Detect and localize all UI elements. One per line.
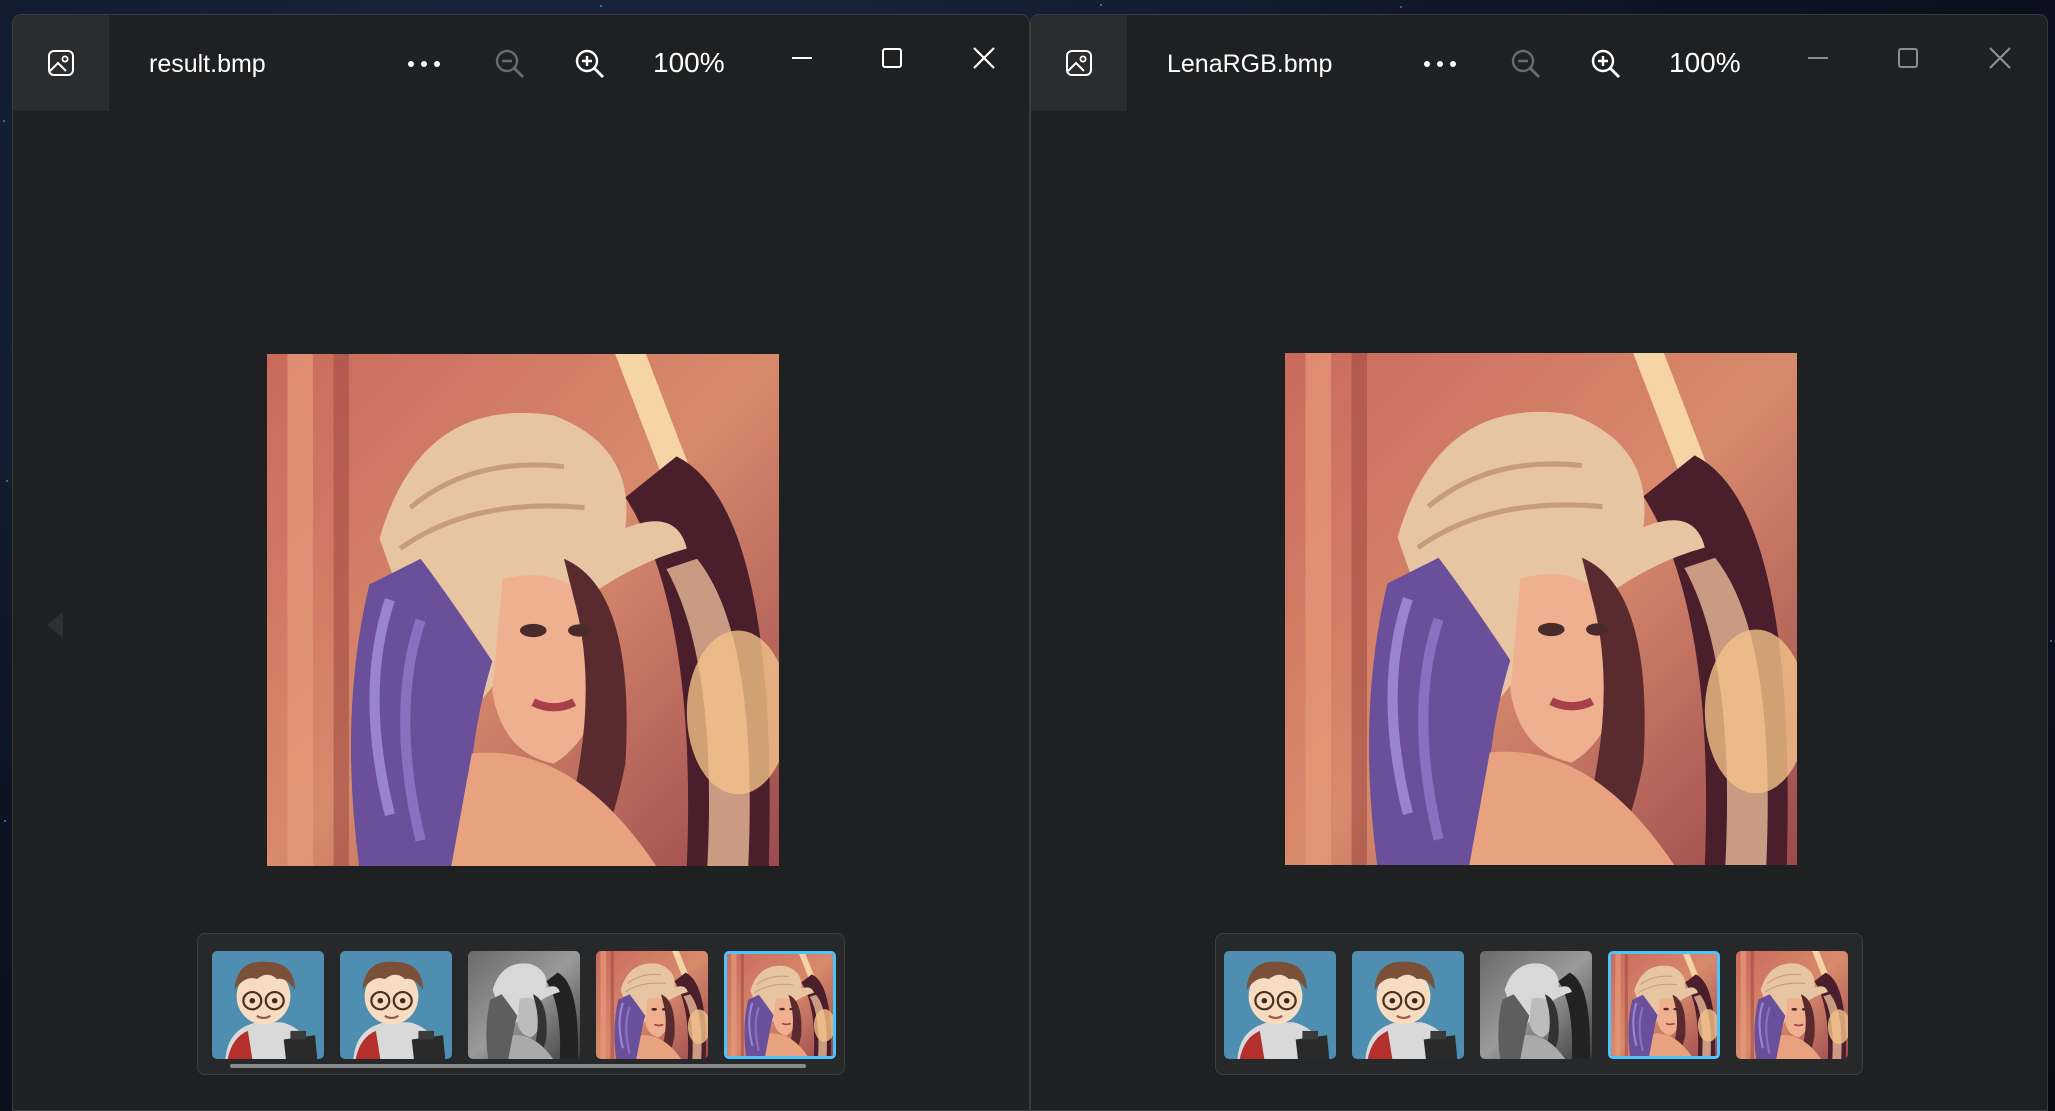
thumbnail[interactable] <box>1352 951 1464 1059</box>
previous-image-arrow-icon[interactable] <box>35 595 75 655</box>
thumbnail[interactable] <box>1736 951 1848 1059</box>
photos-app-icon[interactable] <box>1031 15 1127 111</box>
more-options-icon[interactable] <box>401 41 447 87</box>
thumbnail[interactable] <box>340 951 452 1059</box>
filmstrip <box>1215 933 1863 1075</box>
main-image-display <box>1285 353 1797 865</box>
zoom-out-icon[interactable] <box>487 41 533 87</box>
window-title: result.bmp <box>149 50 266 78</box>
close-icon[interactable] <box>961 35 1007 81</box>
minimize-icon[interactable] <box>779 35 825 81</box>
thumbnail-selected[interactable] <box>724 951 836 1059</box>
zoom-level[interactable]: 100% <box>653 46 725 80</box>
zoom-in-icon[interactable] <box>1583 41 1629 87</box>
photos-window-right: LenaRGB.bmp 100% <box>1030 14 2048 1111</box>
window-title: LenaRGB.bmp <box>1167 50 1333 78</box>
thumbnail[interactable] <box>468 951 580 1059</box>
filmstrip <box>197 933 845 1075</box>
zoom-out-icon[interactable] <box>1503 41 1549 87</box>
thumbnail[interactable] <box>1480 951 1592 1059</box>
thumbnail[interactable] <box>212 951 324 1059</box>
thumbnail-selected[interactable] <box>1608 951 1720 1059</box>
filmstrip-scrollbar[interactable] <box>230 1064 806 1068</box>
thumbnail[interactable] <box>596 951 708 1059</box>
title-bar[interactable]: result.bmp 100% <box>13 15 1029 111</box>
main-image-display <box>267 354 779 866</box>
close-icon[interactable] <box>1977 35 2023 81</box>
title-bar[interactable]: LenaRGB.bmp 100% <box>1031 15 2047 111</box>
thumbnail[interactable] <box>1224 951 1336 1059</box>
zoom-level[interactable]: 100% <box>1669 46 1741 80</box>
minimize-icon[interactable] <box>1795 35 1841 81</box>
zoom-in-icon[interactable] <box>567 41 613 87</box>
maximize-icon[interactable] <box>1885 35 1931 81</box>
maximize-icon[interactable] <box>869 35 915 81</box>
more-options-icon[interactable] <box>1417 41 1463 87</box>
photos-app-icon[interactable] <box>13 15 109 111</box>
photos-window-left: result.bmp 100% <box>12 14 1030 1111</box>
